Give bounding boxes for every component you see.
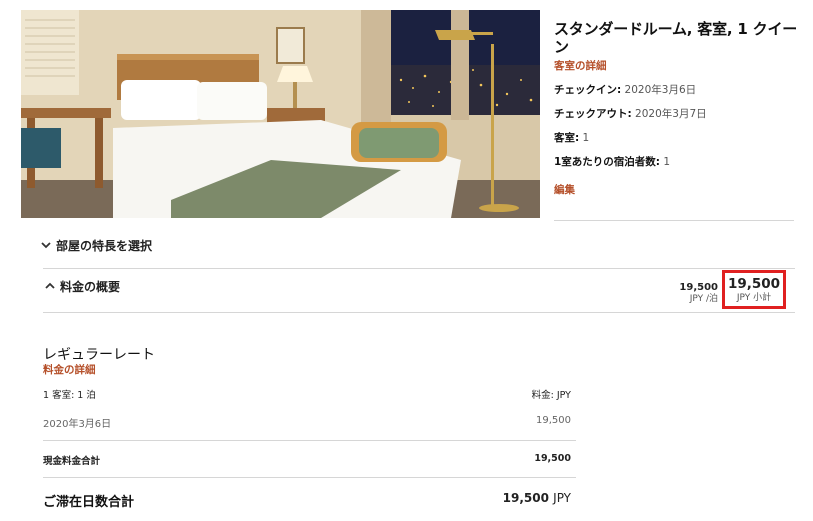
room-features-toggle[interactable]: 部屋の特長を選択 bbox=[40, 236, 152, 254]
currency-label: 料金: JPY bbox=[531, 390, 571, 401]
stay-total-amount: 19,500 bbox=[502, 491, 549, 505]
checkin-label: チェックイン: bbox=[554, 84, 622, 96]
per-night-unit: JPY /泊 bbox=[689, 294, 718, 304]
room-details-link[interactable]: 客室の詳細 bbox=[554, 58, 809, 73]
chevron-up-icon bbox=[44, 280, 56, 292]
stay-date: 2020年3月6日 bbox=[43, 419, 112, 430]
booking-summary-page: スタンダードルーム, 客室, 1 クイーン 客室の詳細 チェックイン: 2020… bbox=[0, 0, 813, 521]
rate-name: レギュラーレート bbox=[43, 347, 155, 363]
stay-date-amount: 19,500 bbox=[536, 415, 571, 426]
table-row: 2020年3月6日 19,500 bbox=[43, 415, 571, 430]
rate-summary-toggle[interactable]: 料金の概要 bbox=[44, 277, 120, 295]
stay-total-row: ご滞在日数合計 19,500 JPY bbox=[43, 491, 571, 510]
divider bbox=[43, 312, 795, 313]
stay-total-currency: JPY bbox=[553, 491, 571, 505]
checkin-line: チェックイン: 2020年3月6日 bbox=[554, 83, 809, 97]
edit-link[interactable]: 編集 bbox=[554, 182, 809, 197]
checkin-value: 2020年3月6日 bbox=[624, 84, 697, 96]
room-info-panel: スタンダードルーム, 客室, 1 クイーン 客室の詳細 チェックイン: 2020… bbox=[554, 20, 809, 197]
subtotal-unit: JPY 小計 bbox=[736, 293, 772, 303]
rooms-line: 客室: 1 bbox=[554, 131, 809, 145]
guests-value: 1 bbox=[663, 156, 671, 168]
checkout-line: チェックアウト: 2020年3月7日 bbox=[554, 107, 809, 121]
room-title: スタンダードルーム, 客室, 1 クイーン bbox=[554, 20, 798, 56]
per-night-price: 19,500 JPY /泊 bbox=[679, 282, 718, 305]
subtotal-highlight: 19,500 JPY 小計 bbox=[722, 270, 786, 309]
rooms-value: 1 bbox=[582, 132, 590, 144]
subtotal-amount: 19,500 bbox=[727, 276, 781, 292]
rooms-label: 客室: bbox=[554, 132, 580, 144]
guests-label: 1室あたりの宿泊者数: bbox=[554, 156, 661, 168]
stay-total-label: ご滞在日数合計 bbox=[43, 495, 135, 510]
chevron-down-icon bbox=[40, 239, 52, 251]
rate-details-link[interactable]: 料金の詳細 bbox=[43, 362, 96, 377]
rooms-nights-label: 1 客室: 1 泊 bbox=[43, 390, 96, 401]
room-features-label: 部屋の特長を選択 bbox=[56, 238, 153, 253]
cash-total-amount: 19,500 bbox=[534, 453, 571, 464]
guests-line: 1室あたりの宿泊者数: 1 bbox=[554, 155, 809, 169]
rate-table-header: 1 客室: 1 泊 料金: JPY bbox=[43, 387, 571, 401]
stay-total-price: 19,500 JPY bbox=[503, 491, 571, 510]
checkout-label: チェックアウト: bbox=[554, 108, 632, 120]
checkout-value: 2020年3月7日 bbox=[635, 108, 707, 120]
cash-total-row: 現金料金合計 19,500 bbox=[43, 453, 571, 467]
divider bbox=[43, 477, 576, 478]
room-photo-illustration bbox=[21, 10, 540, 218]
room-photo bbox=[21, 10, 540, 218]
cash-total-label: 現金料金合計 bbox=[43, 456, 101, 467]
divider bbox=[43, 440, 576, 441]
divider bbox=[43, 268, 795, 269]
per-night-amount: 19,500 bbox=[679, 282, 718, 293]
rate-summary-label: 料金の概要 bbox=[60, 279, 121, 294]
divider bbox=[554, 220, 794, 221]
